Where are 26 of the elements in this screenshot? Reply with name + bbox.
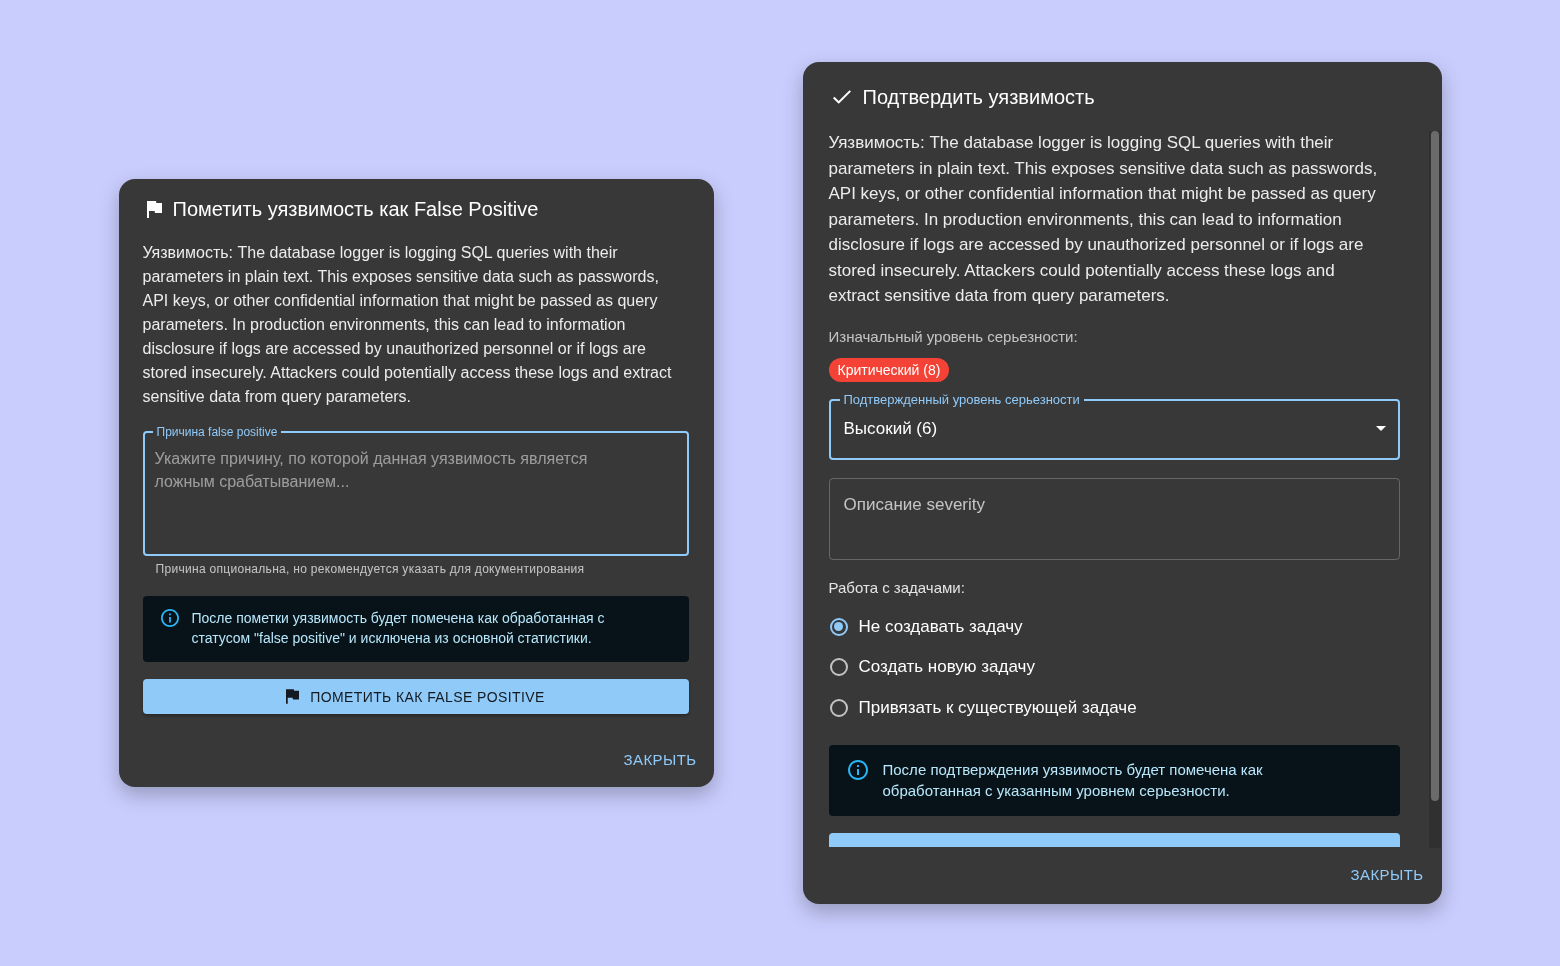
close-button[interactable]: ЗАКРЫТЬ: [1342, 856, 1432, 892]
scrollbar-thumb[interactable]: [1430, 131, 1439, 801]
alert-text: После пометки уязвимость будет помечена как обработанная с статусом "false positive" и исключена из основной статистики.: [191, 609, 606, 648]
info-icon: [847, 760, 868, 780]
helper-text: Причина опциональна, но рекомендуется указать для документирования: [155, 561, 585, 578]
radio-option[interactable]: Не создавать задачу: [828, 606, 1023, 647]
description-text: Уязвимость: The database logger is logging SQL queries with their parameters in plain text. This exposes sensitive data such as passwords, API keys, or other confidential information that might be passed as query parameters. In production environments, this can lead to information disclosure if logs are accessed by unauthorized personnel or if logs are stored insecurely. Attackers could potentially access these logs and extract sensitive data from query parameters.: [828, 132, 1379, 307]
mark-false-positive-button[interactable]: ПОМЕТИТЬ КАК FALSE POSITIVE: [142, 679, 689, 714]
alert-text: После подтверждения уязвимость будет помечена как обработанная с указанным уровнем серьезности.: [882, 760, 1264, 801]
reason-field[interactable]: Причина false positive Укажите причину, по которой данная уязвимость является ложным срабатыванием...: [142, 425, 689, 556]
severity-chip: Критический (8): [828, 357, 950, 382]
flag-icon: [146, 200, 162, 218]
flag-icon: [286, 689, 300, 704]
check-icon: [832, 90, 851, 104]
radio-option[interactable]: Создать новую задачу: [828, 647, 1035, 688]
radio-option[interactable]: Привязать к существующей задаче: [828, 687, 1137, 728]
description-text: Уязвимость: The database logger is logging SQL queries with their parameters in plain text. This exposes sensitive data such as passwords, API keys, or other confidential information that might be passed as query parameters. In production environments, this can lead to information disclosure if logs are accessed by unauthorized personnel or if logs are stored insecurely. Attackers could potentially access these logs and extract sensitive data from query parameters.: [142, 243, 673, 407]
scrollbar-track[interactable]: [1428, 131, 1441, 848]
severity-select[interactable]: Подтвержденный уровень серьезности Высокий (6): [828, 392, 1400, 460]
dialog-title: Подтвердить уязвимость: [862, 85, 1095, 110]
severity-label: Изначальный уровень серьезности:: [828, 326, 1078, 347]
info-icon: [160, 609, 179, 627]
close-button[interactable]: ЗАКРЫТЬ: [615, 741, 705, 777]
caret-icon: [1375, 426, 1386, 431]
dialog-title: Пометить уязвимость как False Positive: [172, 197, 539, 222]
tasks-label: Работа с задачами:: [828, 577, 965, 598]
